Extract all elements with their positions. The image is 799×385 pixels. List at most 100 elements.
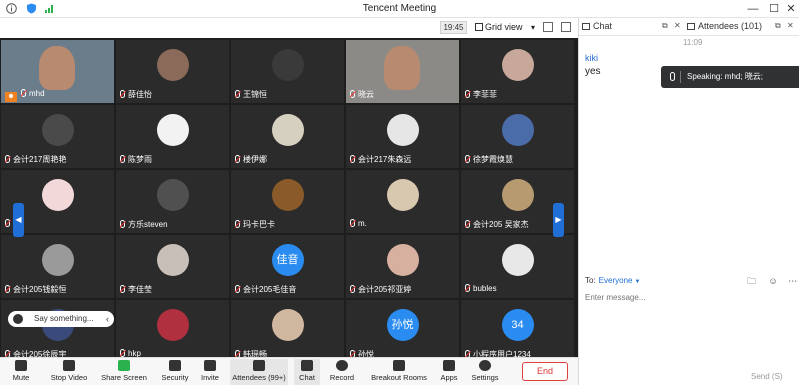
participant-tile[interactable]: 玛卡巴卡 [231, 170, 344, 233]
message-text: yes [585, 66, 601, 77]
share-screen-button[interactable]: Share Screen [100, 359, 148, 385]
breakout-label: Breakout Rooms [371, 373, 427, 382]
participant-tile[interactable]: bubles [461, 235, 574, 298]
close-chat-icon[interactable]: ✕ [674, 21, 681, 30]
participant-tile[interactable]: 会计217周艳艳 [1, 105, 114, 168]
send-button[interactable]: Send (S) [751, 372, 783, 381]
participant-tile[interactable]: 王锦恒 [231, 40, 344, 103]
stop-video-label: Stop Video [50, 373, 88, 382]
muted-microphone-icon [5, 285, 10, 293]
chat-button[interactable]: Chat [294, 359, 320, 385]
popout-icon[interactable] [561, 22, 571, 32]
muted-microphone-icon [465, 155, 470, 163]
collapse-icon[interactable]: ‹ [106, 311, 109, 327]
popout-attendees-icon[interactable]: ⧉ [775, 21, 781, 31]
message-sender: kiki [585, 53, 598, 63]
participant-tile[interactable]: m. [346, 170, 459, 233]
emoji-icon[interactable]: ☺ [769, 276, 778, 286]
participant-tile[interactable]: 楼伊娜 [231, 105, 344, 168]
chat-icon [301, 360, 313, 371]
recipient-selector[interactable]: To: Everyone ▼ [585, 276, 640, 285]
security-button[interactable]: Security [160, 359, 190, 385]
participant-tile[interactable]: 会计205钱毅恒 [1, 235, 114, 298]
grid-view-dropdown[interactable]: Grid view ▾ [475, 21, 535, 34]
invite-button[interactable]: Invite [198, 359, 222, 385]
participant-name-text: 会计205钱毅恒 [13, 285, 67, 294]
participant-tile[interactable]: hkp [116, 300, 229, 357]
participant-tile[interactable]: 晓云 [346, 40, 459, 103]
muted-microphone-icon [235, 285, 240, 293]
meeting-window: Tencent Meeting — ☐ ✕ 19:45 Grid view ▾ … [0, 0, 799, 385]
close-button[interactable]: ✕ [783, 1, 799, 17]
participant-tile[interactable]: 陈梦雨 [116, 105, 229, 168]
avatar [386, 179, 419, 211]
avatar [156, 179, 189, 211]
tab-chat[interactable]: Chat [582, 21, 612, 31]
chat-timestamp: 11:09 [683, 38, 703, 47]
chat-input[interactable] [585, 291, 793, 303]
tab-attendees[interactable]: Attendees (101) [687, 21, 762, 31]
participant-tile[interactable]: 会计205祁亚婷 [346, 235, 459, 298]
chevron-down-icon: ▼ [634, 279, 641, 285]
add-user-icon [204, 360, 216, 371]
participant-tile[interactable]: 李佳莹 [116, 235, 229, 298]
muted-microphone-icon [5, 219, 10, 227]
popout-chat-icon[interactable]: ⧉ [662, 21, 668, 31]
prev-page-button[interactable]: ◀ [13, 203, 24, 237]
participant-tile[interactable]: 李菲菲 [461, 40, 574, 103]
next-page-button[interactable]: ▶ [553, 203, 564, 237]
breakout-rooms-button[interactable]: Breakout Rooms [370, 359, 428, 385]
participant-name: 会计205祁亚婷 [350, 284, 455, 295]
participant-tile[interactable]: 会计217朱森远 [346, 105, 459, 168]
participant-tile[interactable]: 佳音 会计205毛佳音 [231, 235, 344, 298]
avatar [501, 114, 534, 146]
participant-name-text: 韩瑶畅 [243, 350, 267, 357]
participant-name: m. [350, 219, 455, 230]
meeting-toolbar: Mute Stop Video Share Screen Security In… [0, 357, 578, 385]
record-button[interactable]: Record [328, 359, 356, 385]
participant-name-text: 李菲菲 [473, 90, 497, 99]
muted-microphone-icon [350, 350, 355, 357]
participant-name-text: 薛佳怡 [128, 90, 152, 99]
mute-button[interactable]: Mute [8, 359, 34, 385]
participant-name: 会计217周艳艳 [5, 154, 110, 165]
muted-microphone-icon [120, 349, 125, 357]
participant-tile[interactable]: mhd ☻ [1, 40, 114, 103]
participant-tile[interactable]: 孙悦 孙悦 [346, 300, 459, 357]
end-button[interactable]: End [522, 362, 568, 381]
stop-video-button[interactable]: Stop Video [48, 359, 90, 385]
settings-button[interactable]: Settings [470, 359, 500, 385]
grid-view-label: Grid view [485, 22, 523, 32]
mute-label: Mute [12, 373, 30, 382]
recipient-value[interactable]: Everyone [599, 276, 633, 285]
participant-tile[interactable]: 34 小程序用户1234 [461, 300, 574, 357]
maximize-button[interactable]: ☐ [766, 1, 782, 17]
speaking-indicator: Speaking: mhd; 晓云; [661, 66, 799, 88]
file-icon[interactable]: 🗀 [747, 276, 756, 286]
more-icon[interactable]: ⋯ [788, 276, 797, 286]
avatar: 孙悦 [386, 309, 419, 341]
apps-button[interactable]: Apps [438, 359, 460, 385]
apps-label: Apps [440, 373, 458, 382]
people-icon [687, 23, 695, 30]
share-icon [118, 360, 130, 371]
close-attendees-icon[interactable]: ✕ [787, 21, 794, 30]
minimize-button[interactable]: — [745, 1, 761, 17]
participant-name: mhd [21, 89, 110, 100]
attendees-button[interactable]: Attendees (99+) [230, 359, 288, 385]
participant-name-text: 陈梦雨 [128, 155, 152, 164]
participant-tile[interactable]: 徐梦霞焕慧 [461, 105, 574, 168]
participant-name: 孙悦 [350, 349, 455, 357]
participant-name-text: 方乐steven [128, 220, 168, 229]
reaction-bar[interactable]: Say something... ‹ [8, 311, 114, 327]
panel-tabs: Chat ⧉ ✕ Attendees (101) ⧉ ✕ [579, 18, 799, 36]
participant-grid: mhd ☻ 薛佳怡 王锦恒 晓云 李菲菲会计217周艳艳 陈梦雨 楼伊娜 会计217朱森远 徐梦霞… [0, 40, 578, 357]
muted-microphone-icon [350, 219, 355, 227]
fullscreen-icon[interactable] [543, 22, 553, 32]
participant-tile[interactable]: 薛佳怡 [116, 40, 229, 103]
participant-tile[interactable]: 会计205徐辰宇 [1, 300, 114, 357]
avatar [41, 114, 74, 146]
participant-name: 薛佳怡 [120, 89, 225, 100]
participant-tile[interactable]: 韩瑶畅 [231, 300, 344, 357]
participant-tile[interactable]: 方乐steven [116, 170, 229, 233]
